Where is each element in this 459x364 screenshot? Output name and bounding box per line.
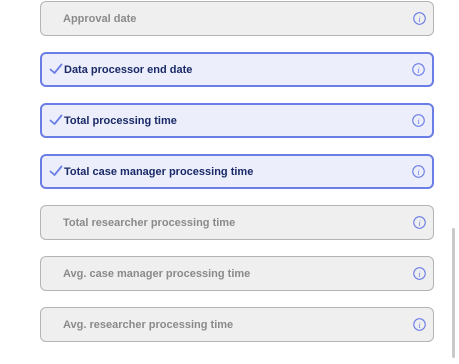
svg-text:i: i <box>418 320 421 329</box>
info-icon[interactable]: i <box>413 266 426 280</box>
option-data-processor-end-date[interactable]: Data processor end date i <box>40 52 434 87</box>
option-avg-case-manager-processing-time[interactable]: Avg. case manager processing time i <box>40 256 434 291</box>
svg-text:i: i <box>418 269 421 278</box>
checkmark-icon <box>49 63 63 74</box>
column-options-list: Approval date i Data processor end date … <box>0 0 459 364</box>
svg-text:i: i <box>417 65 420 74</box>
svg-text:i: i <box>417 116 420 125</box>
svg-text:i: i <box>418 218 421 227</box>
info-icon[interactable]: i <box>412 62 425 76</box>
option-label: Approval date <box>63 12 137 25</box>
svg-text:i: i <box>417 167 420 176</box>
info-icon[interactable]: i <box>412 113 425 127</box>
info-icon[interactable]: i <box>413 11 426 25</box>
option-label: Data processor end date <box>64 63 193 76</box>
svg-text:i: i <box>418 14 421 23</box>
info-icon[interactable]: i <box>413 317 426 331</box>
option-total-processing-time[interactable]: Total processing time i <box>40 103 434 138</box>
info-icon[interactable]: i <box>412 164 425 178</box>
option-label: Total processing time <box>64 114 177 127</box>
option-label: Total case manager processing time <box>64 165 254 178</box>
option-label: Avg. researcher processing time <box>63 318 234 331</box>
option-approval-date[interactable]: Approval date i <box>40 1 434 36</box>
option-total-case-manager-processing-time[interactable]: Total case manager processing time i <box>40 154 434 189</box>
scrollbar[interactable] <box>452 228 455 358</box>
checkmark-icon <box>49 165 63 176</box>
option-avg-researcher-processing-time[interactable]: Avg. researcher processing time i <box>40 307 434 342</box>
option-label: Total researcher processing time <box>63 216 236 229</box>
option-label: Avg. case manager processing time <box>63 267 251 280</box>
info-icon[interactable]: i <box>413 215 426 229</box>
checkmark-icon <box>49 114 63 125</box>
option-total-researcher-processing-time[interactable]: Total researcher processing time i <box>40 205 434 240</box>
